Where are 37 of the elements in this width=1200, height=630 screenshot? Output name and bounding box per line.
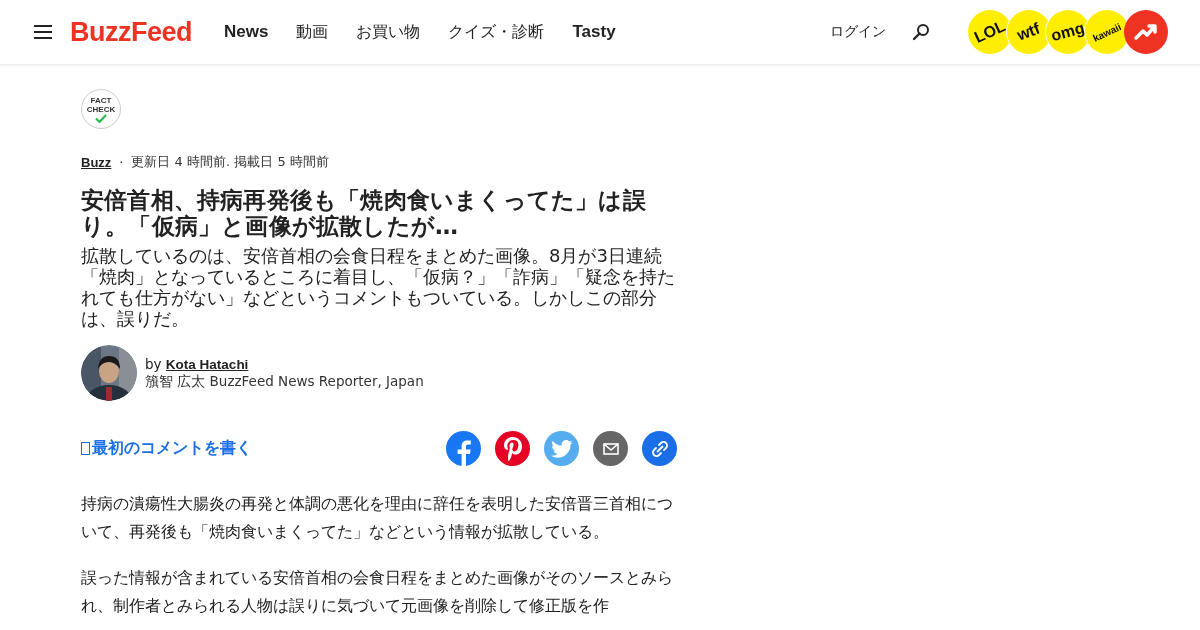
email-share-button[interactable]	[593, 431, 628, 466]
facebook-icon	[456, 440, 471, 466]
search-icon[interactable]	[912, 23, 930, 41]
pinterest-share-button[interactable]	[495, 431, 530, 466]
twitter-share-button[interactable]	[544, 431, 579, 466]
email-icon	[602, 442, 619, 455]
article-description: 拡散しているのは、安倍首相の会食日程をまとめた画像。8月が3日連続「焼肉」となっているところに着目し、「仮病？」「詐病」「疑念を持たれても仕方がない」などというコメントもついている。しかしこの部分は、誤りだ。	[81, 245, 676, 329]
reaction-badge[interactable]: LOL	[968, 10, 1012, 54]
category-link[interactable]: Buzz	[81, 154, 112, 170]
nav-link[interactable]: 動画	[296, 21, 329, 43]
article-paragraph: 誤った情報が含まれている安倍首相の会食日程をまとめた画像がそのソースとみられ、制作者とみられる人物は誤りに気づいて元画像を削除して修正版を作	[81, 567, 674, 617]
link-share-button[interactable]	[642, 431, 677, 466]
article-title: 安倍首相、持病再発後も「焼肉食いまくってた」は誤り。「仮病」と画像が拡散したが…	[81, 187, 647, 239]
pinterest-icon	[502, 435, 523, 462]
comment-link[interactable]: 最初のコメントを書く	[81, 438, 252, 459]
comment-icon	[81, 442, 90, 455]
article-paragraph: 持病の潰瘍性大腸炎の再発と体調の悪化を理由に辞任を表明した安倍晋三首相について、再発後も「焼肉食いまくってた」などという情報が拡散している。	[81, 493, 674, 543]
author-role: 籏智 広太 BuzzFeed News Reporter, Japan	[145, 373, 424, 390]
nav-link[interactable]: お買い物	[356, 21, 421, 43]
reaction-badge[interactable]: omg	[1046, 10, 1090, 54]
nav-link[interactable]: News	[224, 21, 269, 43]
timestamp: 更新日 4 時間前. 掲載日 5 時間前	[131, 153, 329, 171]
fact-check-label: CHECK	[86, 104, 116, 114]
login-link[interactable]: ログイン	[830, 23, 886, 41]
logo[interactable]: BuzzFeed	[70, 16, 192, 48]
byline-prefix: by	[145, 356, 162, 372]
nav-link[interactable]: Tasty	[572, 21, 616, 43]
fact-check-label: FACT	[90, 95, 112, 105]
facebook-share-button[interactable]	[446, 431, 481, 466]
menu-icon[interactable]	[34, 25, 52, 39]
separator-dot: ·	[119, 154, 124, 170]
author-link[interactable]: Kota Hatachi	[165, 357, 249, 372]
link-icon	[650, 439, 669, 458]
check-icon	[95, 113, 107, 123]
bird-icon	[550, 439, 573, 458]
trending-icon[interactable]	[1124, 10, 1168, 54]
nav-link[interactable]: クイズ・診断	[448, 21, 545, 43]
